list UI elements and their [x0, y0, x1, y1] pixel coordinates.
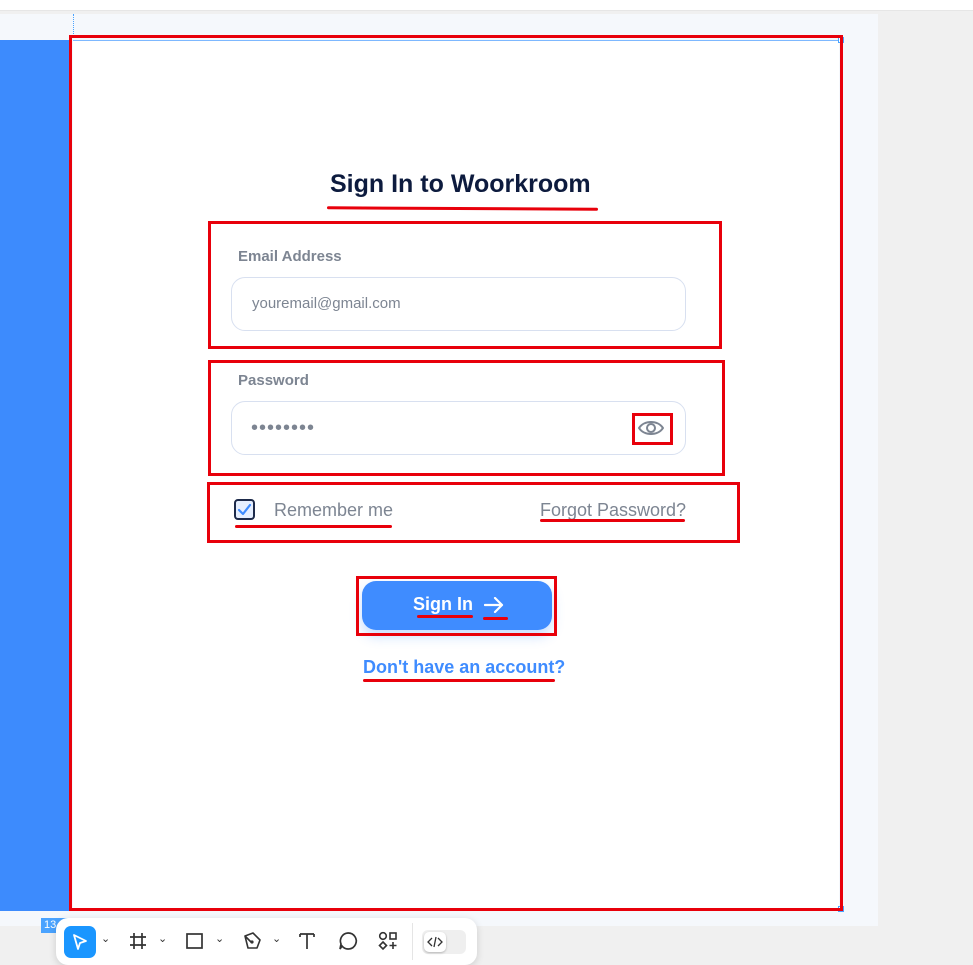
annotation-forgot-underline [540, 519, 685, 522]
dev-mode-icon [427, 936, 443, 948]
annotation-email-box [208, 221, 722, 349]
frame-tool-icon[interactable] [127, 930, 149, 952]
chevron-down-icon[interactable]: ⌄ [101, 932, 110, 945]
chevron-down-icon[interactable]: ⌄ [215, 932, 224, 945]
annotation-arrow-underline [483, 617, 508, 620]
dev-mode-toggle[interactable] [422, 930, 466, 954]
annotation-button-box [356, 576, 557, 636]
text-tool-icon[interactable] [296, 930, 318, 952]
annotation-signin-underline [417, 615, 473, 618]
annotation-remember-underline [235, 525, 392, 528]
pen-tool-icon[interactable] [241, 930, 263, 952]
annotation-eye-box [632, 413, 673, 445]
toggle-knob [424, 932, 446, 952]
move-tool-icon [73, 934, 87, 950]
top-bar [0, 0, 973, 11]
components-icon[interactable] [377, 930, 399, 952]
annotation-options-box [207, 482, 740, 543]
annotation-signup-underline [363, 679, 555, 682]
rectangle-tool-icon[interactable] [184, 930, 206, 952]
chevron-down-icon[interactable]: ⌄ [272, 932, 281, 945]
chevron-down-icon[interactable]: ⌄ [158, 932, 167, 945]
side-panel [0, 40, 72, 911]
toolbar-divider [412, 923, 413, 960]
design-toolbar: ⌄ ⌄ ⌄ ⌄ [56, 918, 477, 965]
move-tool-button[interactable] [64, 926, 96, 958]
comment-tool-icon[interactable] [337, 930, 359, 952]
guide-line [73, 14, 74, 36]
